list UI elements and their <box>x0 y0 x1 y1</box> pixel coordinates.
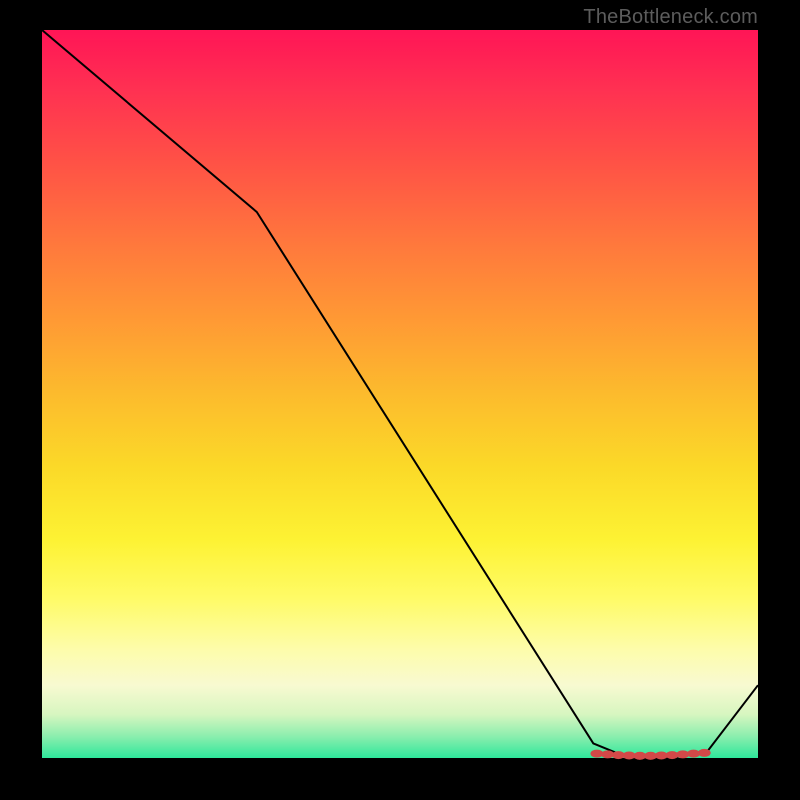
credit-label: TheBottleneck.com <box>583 6 758 29</box>
chart-stage: TheBottleneck.com <box>0 0 800 800</box>
chart-curve-line <box>42 30 758 758</box>
chart-svg <box>42 30 758 758</box>
highlight-marker <box>698 749 711 757</box>
chart-highlight-markers <box>590 749 710 760</box>
chart-plot-area <box>42 30 758 758</box>
